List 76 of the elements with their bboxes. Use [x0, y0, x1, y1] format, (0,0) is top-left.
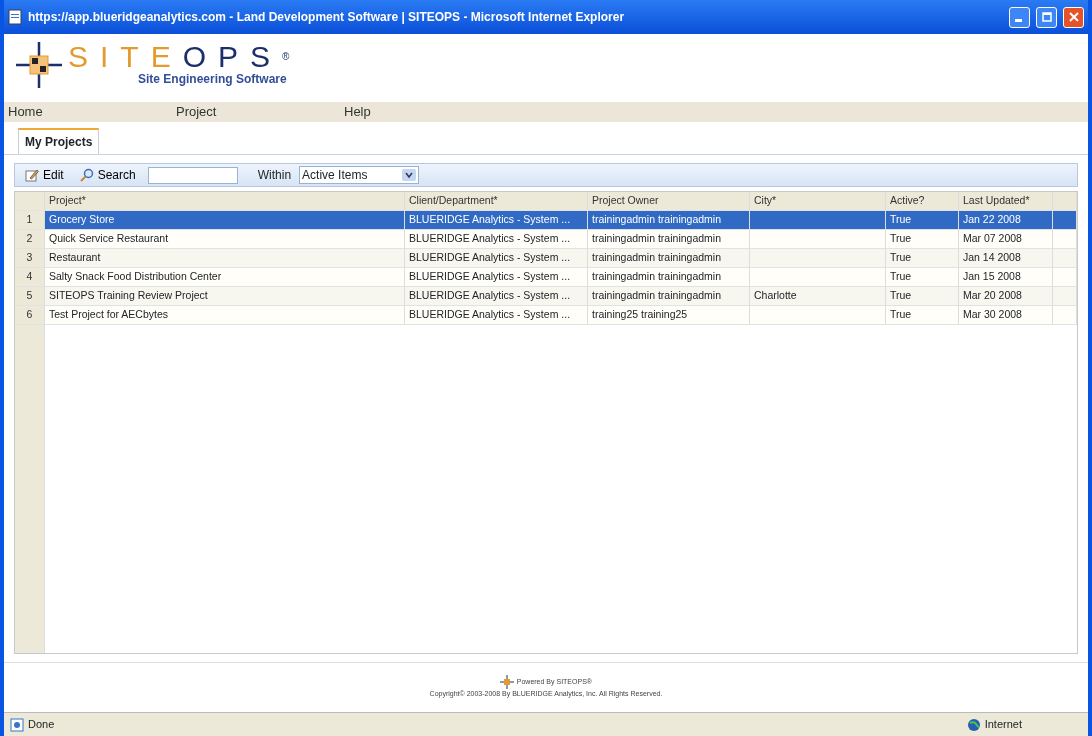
row-number: 6	[15, 306, 45, 325]
row-number: 5	[15, 287, 45, 306]
column-header[interactable]: Client/Department*	[405, 192, 588, 211]
pencil-icon	[25, 168, 39, 182]
table-cell: True	[886, 306, 959, 325]
table-cell	[1053, 211, 1077, 230]
column-header[interactable]: Project Owner	[588, 192, 750, 211]
search-button[interactable]: Search	[75, 166, 140, 184]
caret-icon	[402, 169, 417, 181]
table-cell: BLUERIDGE Analytics - System ...	[405, 230, 588, 249]
table-cell: Salty Snack Food Distribution Center	[45, 268, 405, 287]
table-cell: Mar 30 2008	[959, 306, 1053, 325]
table-cell: Restaurant	[45, 249, 405, 268]
table-cell: Jan 22 2008	[959, 211, 1053, 230]
table-cell: Charlotte	[750, 287, 886, 306]
status-text: Done	[28, 717, 55, 733]
minimize-button[interactable]	[1009, 6, 1030, 28]
table-cell: trainingadmin trainingadmin	[588, 230, 750, 249]
table-cell: Quick Service Restaurant	[45, 230, 405, 249]
row-number: 1	[15, 211, 45, 230]
page-icon	[10, 717, 24, 732]
menu-item[interactable]: Project	[172, 101, 340, 123]
table-cell: True	[886, 287, 959, 306]
table-cell	[1053, 287, 1077, 306]
crosshair-logo-icon	[500, 675, 515, 690]
row-number: 2	[15, 230, 45, 249]
logo-tagline: Site Engineering Software	[138, 71, 288, 88]
row-number: 4	[15, 268, 45, 287]
within-label: Within	[257, 167, 292, 184]
table-cell: Jan 14 2008	[959, 249, 1053, 268]
close-button[interactable]	[1063, 6, 1084, 28]
within-dropdown[interactable]: Active Items	[299, 166, 420, 184]
column-header[interactable]: City*	[750, 192, 886, 211]
minimize-icon	[1015, 18, 1022, 22]
table-cell: Mar 07 2008	[959, 230, 1053, 249]
window-title: https://app.blueridgeanalytics.com - Land Development Software | SITEOPS - Microsoft Internet Explorer	[28, 9, 626, 26]
table-cell: training25 training25	[588, 306, 750, 325]
maximize-button[interactable]	[1036, 6, 1057, 28]
column-header[interactable]: Project*	[45, 192, 405, 211]
table-cell: Jan 15 2008	[959, 268, 1053, 287]
header-filler-cell	[1053, 192, 1077, 211]
zone-text: Internet	[984, 717, 1022, 733]
table-cell: True	[886, 249, 959, 268]
search-field[interactable]	[147, 166, 238, 184]
table-cell: True	[886, 230, 959, 249]
row-number: 3	[15, 249, 45, 268]
table-cell: True	[886, 211, 959, 230]
page-icon	[8, 9, 22, 25]
globe-icon	[966, 717, 981, 732]
table-cell: Grocery Store	[45, 211, 405, 230]
table-cell: BLUERIDGE Analytics - System ...	[405, 211, 588, 230]
table-cell: BLUERIDGE Analytics - System ...	[405, 287, 588, 306]
menu-item[interactable]: Help	[340, 101, 508, 123]
table-cell: trainingadmin trainingadmin	[588, 268, 750, 287]
table-cell: True	[886, 268, 959, 287]
column-header[interactable]: Last Updated*	[959, 192, 1053, 211]
table-cell: trainingadmin trainingadmin	[588, 249, 750, 268]
table-cell: trainingadmin trainingadmin	[588, 287, 750, 306]
table-cell: trainingadmin trainingadmin	[588, 211, 750, 230]
edit-button[interactable]: Edit	[21, 166, 68, 184]
crosshair-logo-icon	[14, 40, 64, 90]
maximize-icon	[1041, 12, 1052, 22]
table-cell: Test Project for AECbytes	[45, 306, 405, 325]
logo-wordmark: SITE OPS®	[68, 40, 290, 74]
table-cell: BLUERIDGE Analytics - System ...	[405, 306, 588, 325]
search-icon	[79, 168, 94, 182]
menu-item[interactable]: Home	[4, 101, 172, 123]
table-cell: BLUERIDGE Analytics - System ...	[405, 249, 588, 268]
table-cell	[1053, 249, 1077, 268]
tab[interactable]: My Projects	[18, 128, 100, 154]
header-corner-cell	[15, 192, 45, 211]
table-cell: BLUERIDGE Analytics - System ...	[405, 268, 588, 287]
table-cell: Mar 20 2008	[959, 287, 1053, 306]
column-header[interactable]: Active?	[886, 192, 959, 211]
close-icon	[1068, 12, 1079, 22]
table-cell: SITEOPS Training Review Project	[45, 287, 405, 306]
